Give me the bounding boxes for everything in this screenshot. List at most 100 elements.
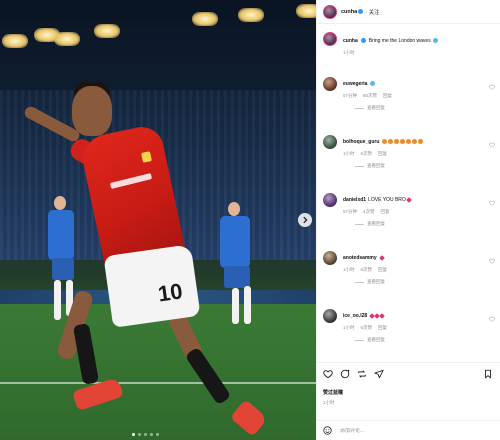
view-replies-label: 查看回复 xyxy=(367,221,385,226)
commenter-avatar[interactable] xyxy=(323,77,337,91)
comment-text: danielxd1 LOVE YOU BRO xyxy=(343,196,412,203)
player-shorts xyxy=(103,244,201,328)
replies-divider xyxy=(355,281,364,283)
fire-emoji xyxy=(394,139,400,145)
comment-time: 1小时 xyxy=(343,151,355,156)
comment-likes[interactable]: 6次赞 xyxy=(361,151,373,157)
post-side-panel: cunha · 关注 cunha Bring me the London wave… xyxy=(316,0,500,440)
comment-like-icon[interactable] xyxy=(489,142,495,148)
post-photo[interactable]: 10 xyxy=(0,0,316,440)
comment-text: euwegeria xyxy=(343,81,376,87)
view-replies-label: 查看回复 xyxy=(367,279,385,284)
comment-item: euwegeria 57分钟 80次赞 回复 查看回复 xyxy=(317,72,500,130)
share-icon[interactable] xyxy=(374,369,384,379)
replies-divider xyxy=(355,223,364,225)
carousel-dot[interactable] xyxy=(132,433,135,436)
comment-text: bolhoque_guru xyxy=(343,139,424,145)
reply-button[interactable]: 回复 xyxy=(378,325,387,331)
comment-meta: 1小时 6次赞 回复 xyxy=(343,325,387,331)
shirt-number: 10 xyxy=(156,278,185,307)
fire-emoji xyxy=(412,139,418,145)
emoji-icon[interactable] xyxy=(323,426,332,435)
comment-meta: 1小时 6次赞 回复 xyxy=(343,267,387,273)
commenter-avatar[interactable] xyxy=(323,135,337,149)
commenter-username[interactable]: danielxd1 xyxy=(343,197,366,203)
pitch xyxy=(0,304,316,440)
replies-divider xyxy=(355,165,364,167)
reply-button[interactable]: 回复 xyxy=(381,209,390,215)
add-comment-bar xyxy=(317,420,500,440)
view-replies-label: 查看回复 xyxy=(367,105,385,110)
caption-time: 1小时 xyxy=(343,50,355,55)
author-avatar[interactable] xyxy=(323,32,337,46)
next-image-button[interactable] xyxy=(298,213,312,227)
wave-emoji xyxy=(433,38,439,44)
stadium-light xyxy=(54,32,80,46)
comment-item: anotedsammy 1小时 6次赞 回复 查看回复 xyxy=(317,246,500,304)
fire-emoji xyxy=(388,139,394,145)
comment-like-icon[interactable] xyxy=(489,316,495,322)
fire-emoji xyxy=(406,139,412,145)
comment-likes[interactable]: 80次赞 xyxy=(363,93,377,99)
commenter-username[interactable]: anotedsammy xyxy=(343,255,377,261)
author-avatar[interactable] xyxy=(323,4,337,19)
commenter-avatar[interactable] xyxy=(323,193,337,207)
replies-divider xyxy=(355,107,364,109)
commenter-username[interactable]: euwegeria xyxy=(343,81,367,87)
comment-icon[interactable] xyxy=(340,369,350,379)
comment-like-icon[interactable] xyxy=(489,200,495,206)
post-header: cunha · 关注 xyxy=(317,0,500,24)
comment-meta: 57分钟 80次赞 回复 xyxy=(343,93,392,99)
post-time: 1小时 xyxy=(323,400,335,405)
view-replies-button[interactable]: 查看回复 xyxy=(355,337,385,343)
comments-list: cunha Bring me the London waves 1小时 euweg… xyxy=(317,28,500,362)
comment-like-icon[interactable] xyxy=(489,258,495,264)
comment-like-icon[interactable] xyxy=(489,84,495,90)
reply-button[interactable]: 回复 xyxy=(383,93,392,99)
stadium-light xyxy=(238,8,264,22)
view-replies-button[interactable]: 查看回复 xyxy=(355,163,385,169)
pitch-line xyxy=(0,382,316,384)
commenter-avatar[interactable] xyxy=(323,251,337,265)
reply-button[interactable]: 回复 xyxy=(378,151,387,157)
comment-time: 57分钟 xyxy=(343,209,358,214)
comment-likes[interactable]: 6次赞 xyxy=(361,325,373,331)
author-username[interactable]: cunha xyxy=(343,38,358,44)
heart-emoji xyxy=(379,312,386,319)
stadium-light xyxy=(2,34,28,48)
verified-icon xyxy=(358,9,364,14)
action-bar xyxy=(317,362,500,384)
comment-likes[interactable]: 6次赞 xyxy=(361,267,373,273)
repost-icon[interactable] xyxy=(357,369,367,379)
reply-button[interactable]: 回复 xyxy=(378,267,387,273)
carousel-dot[interactable] xyxy=(156,433,159,436)
comment-likes[interactable]: 4次赞 xyxy=(363,209,375,215)
author-username[interactable]: cunha xyxy=(341,9,357,15)
caption-meta: 1小时 xyxy=(343,50,355,56)
bookmark-icon[interactable] xyxy=(483,369,493,379)
carousel-dot[interactable] xyxy=(138,433,141,436)
heart-icon[interactable] xyxy=(323,369,333,379)
comment-item: bolhoque_guru 1小时 6次赞 回复 查看回复 xyxy=(317,130,500,188)
view-replies-button[interactable]: 查看回复 xyxy=(355,221,385,227)
view-replies-button[interactable]: 查看回复 xyxy=(355,105,385,111)
comment-meta: 57分钟 4次赞 回复 xyxy=(343,209,390,215)
carousel-dot[interactable] xyxy=(150,433,153,436)
carousel-dot[interactable] xyxy=(144,433,147,436)
commenter-username[interactable]: ice_oo.l28 xyxy=(343,313,367,319)
comment-time: 57分钟 xyxy=(343,93,358,98)
comment-item: danielxd1 LOVE YOU BRO 57分钟 4次赞 回复 查看回复 xyxy=(317,188,500,246)
stadium-light xyxy=(192,12,218,26)
commenter-avatar[interactable] xyxy=(323,309,337,323)
follow-button[interactable]: · 关注 xyxy=(365,8,379,16)
comment-meta: 1小时 6次赞 回复 xyxy=(343,151,387,157)
comment-input[interactable] xyxy=(340,427,460,434)
carousel-dots xyxy=(132,433,159,436)
stadium-light xyxy=(296,4,316,18)
likes-count[interactable]: 赞过蓝瞳 xyxy=(323,389,343,396)
commenter-username[interactable]: bolhoque_guru xyxy=(343,139,379,145)
stadium-light xyxy=(94,24,120,38)
comment-time: 1小时 xyxy=(343,325,355,330)
comment-text: anotedsammy xyxy=(343,254,385,261)
view-replies-button[interactable]: 查看回复 xyxy=(355,279,385,285)
